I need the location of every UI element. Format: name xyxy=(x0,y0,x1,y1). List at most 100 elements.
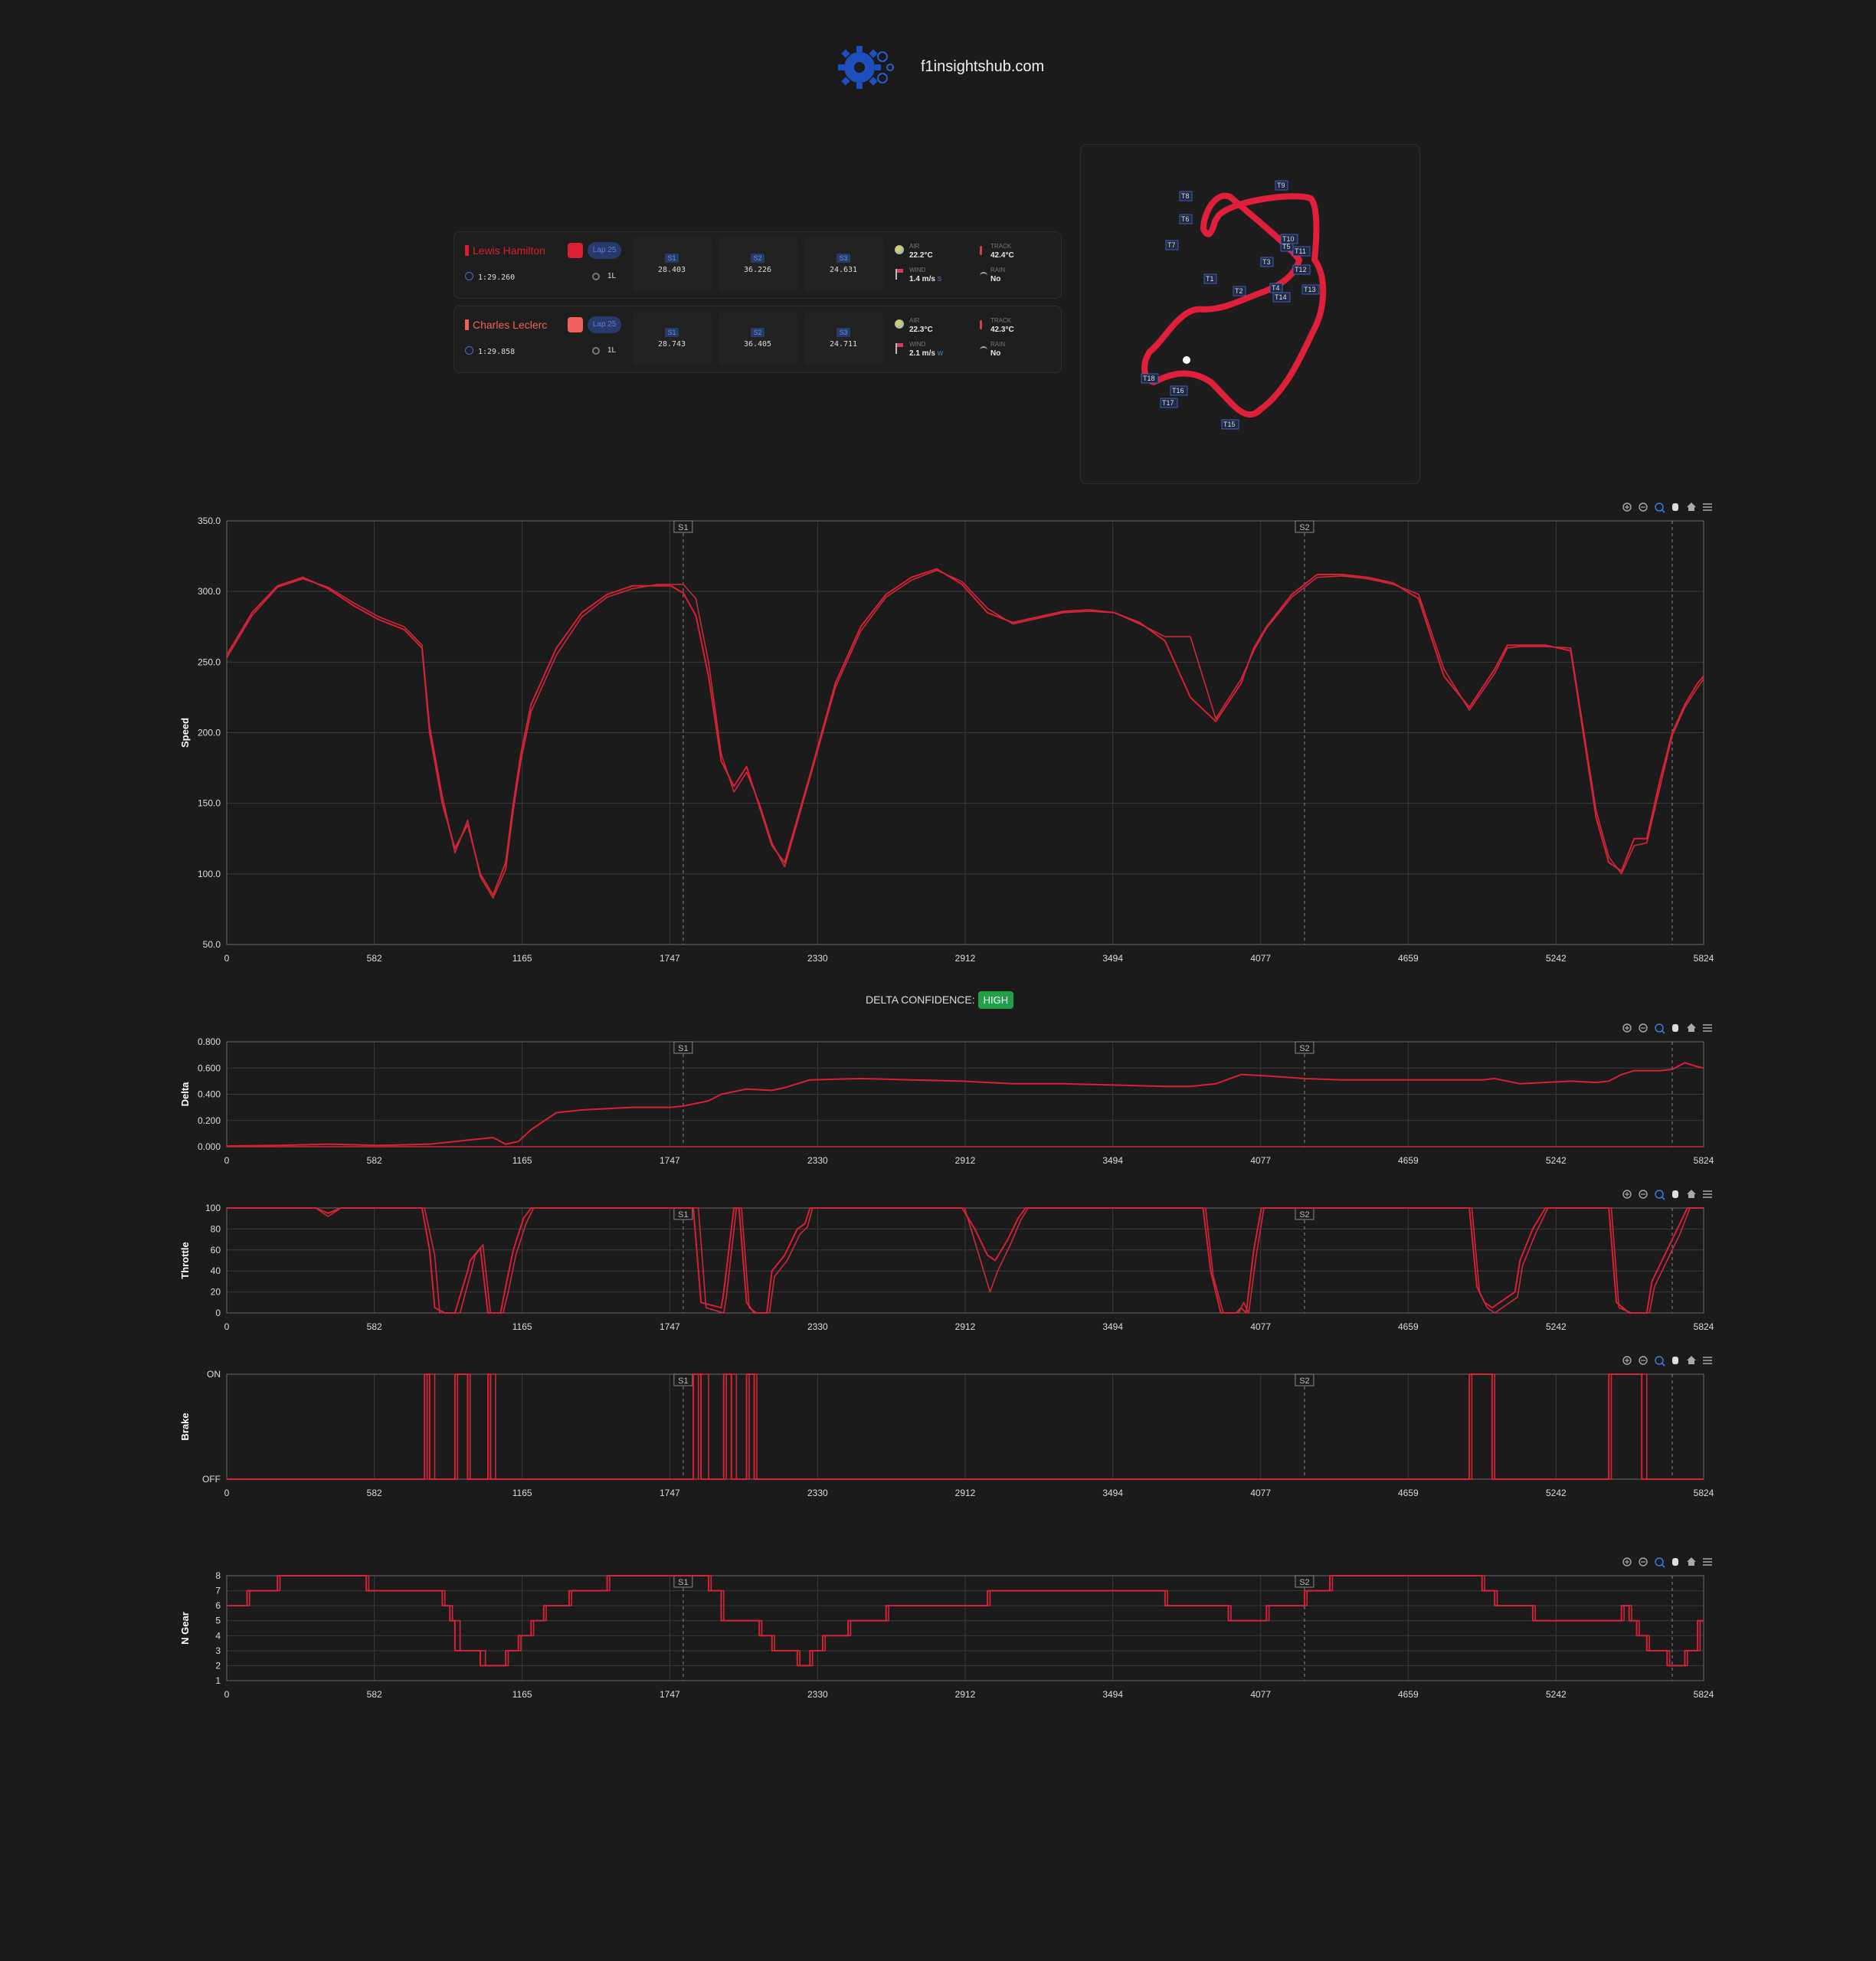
corner-label: T16 xyxy=(1172,387,1184,394)
x-tick-label: 5242 xyxy=(1546,1689,1567,1700)
corner-label: T6 xyxy=(1181,215,1190,223)
menu-icon[interactable] xyxy=(1703,1024,1712,1032)
home-icon[interactable] xyxy=(1687,1557,1696,1566)
driver-color-swatch[interactable] xyxy=(568,317,583,332)
zoom-selection-icon[interactable] xyxy=(1655,1023,1665,1034)
y-axis-label: Throttle xyxy=(179,1242,191,1278)
delta-confidence-label: DELTA CONFIDENCE: xyxy=(866,994,975,1006)
x-tick-label: 3494 xyxy=(1102,953,1123,964)
y-tick-label: ON xyxy=(207,1369,221,1380)
zoom-out-icon[interactable] xyxy=(1639,1190,1648,1199)
rain-value: No xyxy=(990,349,1001,358)
lap-badge[interactable]: Lap 25 xyxy=(588,316,621,333)
x-tick-label: 4077 xyxy=(1250,1689,1271,1700)
y-tick-label: 3 xyxy=(215,1645,221,1656)
home-icon[interactable] xyxy=(1687,1190,1696,1198)
y-tick-label: 20 xyxy=(211,1287,221,1298)
gear-chart[interactable]: 0 582 1165 1747 2330 2912 3494 4077 4659 5242 5824… xyxy=(169,1553,1731,1706)
driver-color-swatch[interactable] xyxy=(568,243,583,258)
weather-icon xyxy=(895,319,904,329)
speed-chart[interactable]: 0 582 1165 1747 2330 2912 3494 4077 4659 5242 5824… xyxy=(169,494,1731,969)
zoom-in-icon[interactable] xyxy=(1622,1557,1632,1567)
y-tick-label: 150.0 xyxy=(198,798,221,809)
pan-icon[interactable] xyxy=(1672,1558,1678,1566)
x-tick-label: 2912 xyxy=(955,953,976,964)
zoom-out-icon[interactable] xyxy=(1639,1557,1648,1567)
sector-2: S2 36.226 xyxy=(718,237,797,292)
zoom-selection-icon[interactable] xyxy=(1655,1190,1665,1200)
clock-icon xyxy=(465,346,473,355)
y-tick-label: OFF xyxy=(202,1474,221,1485)
zoom-out-icon[interactable] xyxy=(1639,503,1648,512)
x-tick-label: 4077 xyxy=(1250,1321,1271,1332)
x-tick-label: 1747 xyxy=(660,1689,680,1700)
x-tick-label: 3494 xyxy=(1102,1321,1123,1332)
x-tick-label: 582 xyxy=(367,1488,382,1498)
pan-icon[interactable] xyxy=(1672,1024,1678,1032)
rain-label: RAIN xyxy=(990,267,1006,273)
sector-3: S3 24.711 xyxy=(804,311,883,366)
y-axis-label: N Gear xyxy=(179,1612,191,1645)
zoom-out-icon[interactable] xyxy=(1639,1023,1648,1033)
menu-icon[interactable] xyxy=(1703,1357,1712,1364)
x-tick-label: 4077 xyxy=(1250,953,1271,964)
home-icon[interactable] xyxy=(1687,1023,1696,1032)
zoom-out-icon[interactable] xyxy=(1639,1356,1648,1365)
y-tick-label: 7 xyxy=(215,1586,221,1596)
x-tick-label: 1165 xyxy=(512,1689,532,1700)
home-icon[interactable] xyxy=(1687,503,1696,511)
zoom-in-icon[interactable] xyxy=(1622,1023,1632,1033)
zoom-in-icon[interactable] xyxy=(1622,1190,1632,1199)
track-temp: 42.4°C xyxy=(990,251,1014,260)
lap-badge[interactable]: Lap 25 xyxy=(588,242,621,259)
zoom-in-icon[interactable] xyxy=(1622,1356,1632,1365)
air-temp: 22.2°C xyxy=(909,251,933,260)
sector-1: S1 28.403 xyxy=(632,237,712,292)
x-tick-label: 1747 xyxy=(660,1488,680,1498)
y-tick-label: 0.800 xyxy=(198,1036,221,1047)
tyre-info: 1L xyxy=(592,346,616,355)
clock-icon xyxy=(465,272,473,280)
pan-icon[interactable] xyxy=(1672,1190,1678,1198)
x-tick-label: 3494 xyxy=(1102,1488,1123,1498)
wind-value: 2.1 m/s W xyxy=(909,349,944,358)
brake-chart[interactable]: 0 582 1165 1747 2330 2912 3494 4077 4659 5242 5824… xyxy=(169,1351,1731,1504)
x-tick-label: 5824 xyxy=(1694,1689,1714,1700)
corner-label: T2 xyxy=(1235,287,1243,295)
x-tick-label: 1747 xyxy=(660,1155,680,1166)
x-tick-label: 3494 xyxy=(1102,1689,1123,1700)
x-tick-label: 4659 xyxy=(1398,1689,1419,1700)
chart-toolbar xyxy=(1622,1557,1712,1568)
track-temp: 42.3°C xyxy=(990,326,1014,334)
zoom-selection-icon[interactable] xyxy=(1655,503,1665,513)
x-tick-label: 0 xyxy=(224,953,230,964)
driver-name: Lewis Hamilton xyxy=(465,244,545,257)
x-tick-label: 2330 xyxy=(807,1689,828,1700)
zoom-selection-icon[interactable] xyxy=(1655,1557,1665,1568)
x-tick-label: 0 xyxy=(224,1321,230,1332)
x-tick-label: 4077 xyxy=(1250,1155,1271,1166)
zoom-selection-icon[interactable] xyxy=(1655,1356,1665,1367)
corner-label: T14 xyxy=(1275,293,1287,301)
zoom-in-icon[interactable] xyxy=(1622,503,1632,512)
pan-icon[interactable] xyxy=(1672,503,1678,511)
sector-marker-label: S1 xyxy=(678,1377,688,1386)
corner-label: T11 xyxy=(1295,247,1306,255)
y-tick-label: 100.0 xyxy=(198,869,221,879)
sector-marker-label: S1 xyxy=(678,1044,688,1053)
throttle-chart[interactable]: 0 582 1165 1747 2330 2912 3494 4077 4659 5242 5824… xyxy=(169,1185,1731,1338)
pan-icon[interactable] xyxy=(1672,1357,1678,1364)
y-tick-label: 5 xyxy=(215,1616,221,1626)
menu-icon[interactable] xyxy=(1703,1190,1712,1198)
menu-icon[interactable] xyxy=(1703,1558,1712,1566)
y-tick-label: 100 xyxy=(205,1203,221,1213)
delta-chart[interactable]: 0 582 1165 1747 2330 2912 3494 4077 4659 5242 5824… xyxy=(169,1019,1731,1172)
wind-flag-cloth xyxy=(897,269,903,273)
menu-icon[interactable] xyxy=(1703,503,1712,511)
home-icon[interactable] xyxy=(1687,1356,1696,1364)
y-tick-label: 350.0 xyxy=(198,516,221,526)
y-tick-label: 50.0 xyxy=(203,939,221,950)
y-axis-label: Speed xyxy=(179,718,191,748)
x-tick-label: 2912 xyxy=(955,1155,976,1166)
x-tick-label: 0 xyxy=(224,1488,230,1498)
